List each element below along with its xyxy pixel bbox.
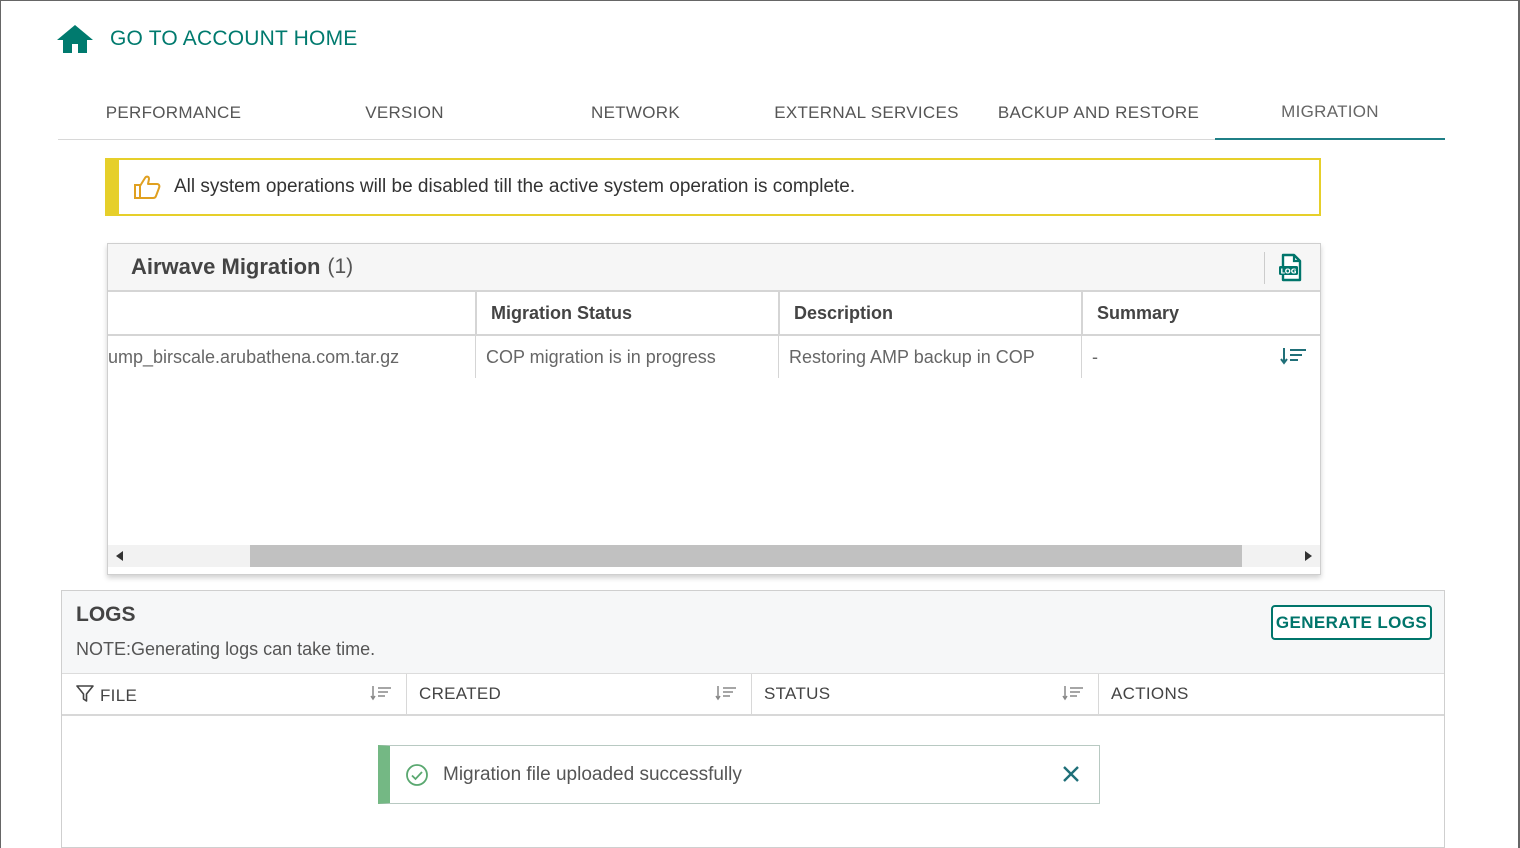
- filter-icon[interactable]: [76, 685, 94, 703]
- column-header-created[interactable]: CREATED: [406, 674, 751, 714]
- cell-summary: -: [1081, 336, 1241, 378]
- tab-external-services[interactable]: EXTERNAL SERVICES: [751, 86, 982, 140]
- cell-migration-status: COP migration is in progress: [475, 336, 778, 378]
- panel-title: Airwave Migration: [131, 254, 321, 279]
- svg-text:LOG: LOG: [1280, 267, 1296, 275]
- migration-grid: Migration Status Description Summary ump…: [108, 292, 1320, 582]
- column-header-file: [108, 292, 475, 334]
- column-header-status[interactable]: STATUS: [751, 674, 1098, 714]
- banner-text: All system operations will be disabled t…: [174, 176, 856, 197]
- airwave-migration-panel: Airwave Migration (1) LOG Migration Stat…: [107, 243, 1321, 575]
- logs-section: LOGS NOTE:Generating logs can take time.…: [61, 590, 1445, 848]
- cell-file: ump_birscale.arubathena.com.tar.gz: [108, 346, 400, 367]
- log-file-icon: LOG: [1278, 253, 1301, 282]
- tab-version[interactable]: VERSION: [289, 86, 520, 140]
- sort-icon[interactable]: [1062, 685, 1084, 706]
- scrollbar-thumb[interactable]: [250, 545, 1242, 567]
- logs-header: LOGS NOTE:Generating logs can take time.…: [62, 591, 1444, 674]
- column-header-actions: ACTIONS: [1098, 674, 1444, 714]
- check-circle-icon: [406, 763, 428, 786]
- tab-performance[interactable]: PERFORMANCE: [58, 86, 289, 140]
- column-header-description[interactable]: Description: [778, 292, 1081, 334]
- table-row[interactable]: ump_birscale.arubathena.com.tar.gz COP m…: [108, 336, 1320, 378]
- download-log-button[interactable]: LOG: [1264, 252, 1314, 284]
- operation-warning-banner: All system operations will be disabled t…: [105, 158, 1321, 216]
- horizontal-scrollbar[interactable]: [108, 545, 1320, 567]
- scroll-right-arrow[interactable]: [1298, 545, 1318, 567]
- thumbs-up-icon: [134, 175, 161, 199]
- cell-description: Restoring AMP backup in COP: [778, 336, 1081, 378]
- column-header-migration-status[interactable]: Migration Status: [475, 292, 778, 334]
- status-column-label: STATUS: [764, 684, 831, 703]
- file-column-label: FILE: [100, 686, 138, 705]
- home-icon: [57, 25, 93, 53]
- logs-note: NOTE:Generating logs can take time.: [76, 639, 376, 659]
- sort-icon[interactable]: [715, 685, 737, 706]
- column-header-summary[interactable]: Summary: [1081, 292, 1320, 334]
- settings-tabs: PERFORMANCE VERSION NETWORK EXTERNAL SER…: [58, 86, 1445, 140]
- generate-logs-button[interactable]: GENERATE LOGS: [1271, 605, 1432, 640]
- go-to-account-home-link[interactable]: GO TO ACCOUNT HOME: [56, 24, 357, 54]
- grid-header: Migration Status Description Summary: [108, 292, 1320, 336]
- success-toast: Migration file uploaded successfully: [378, 745, 1100, 804]
- tab-backup-and-restore[interactable]: BACKUP AND RESTORE: [982, 86, 1215, 140]
- panel-header: Airwave Migration (1) LOG: [108, 244, 1320, 292]
- logs-title: LOGS: [76, 603, 136, 626]
- sort-icon[interactable]: [1280, 346, 1308, 371]
- close-icon[interactable]: [1059, 762, 1083, 786]
- sort-icon[interactable]: [370, 685, 392, 706]
- actions-column-label: ACTIONS: [1111, 684, 1189, 703]
- tab-network[interactable]: NETWORK: [520, 86, 751, 140]
- logs-table-header: FILE CREATED STATUS ACTIONS: [62, 674, 1444, 716]
- toast-message: Migration file uploaded successfully: [443, 763, 742, 785]
- scroll-left-arrow[interactable]: [110, 545, 130, 567]
- home-link-label: GO TO ACCOUNT HOME: [110, 27, 358, 50]
- panel-count: (1): [327, 255, 354, 278]
- created-column-label: CREATED: [419, 684, 502, 703]
- column-header-file[interactable]: FILE: [62, 674, 406, 714]
- tab-migration[interactable]: MIGRATION: [1215, 86, 1445, 140]
